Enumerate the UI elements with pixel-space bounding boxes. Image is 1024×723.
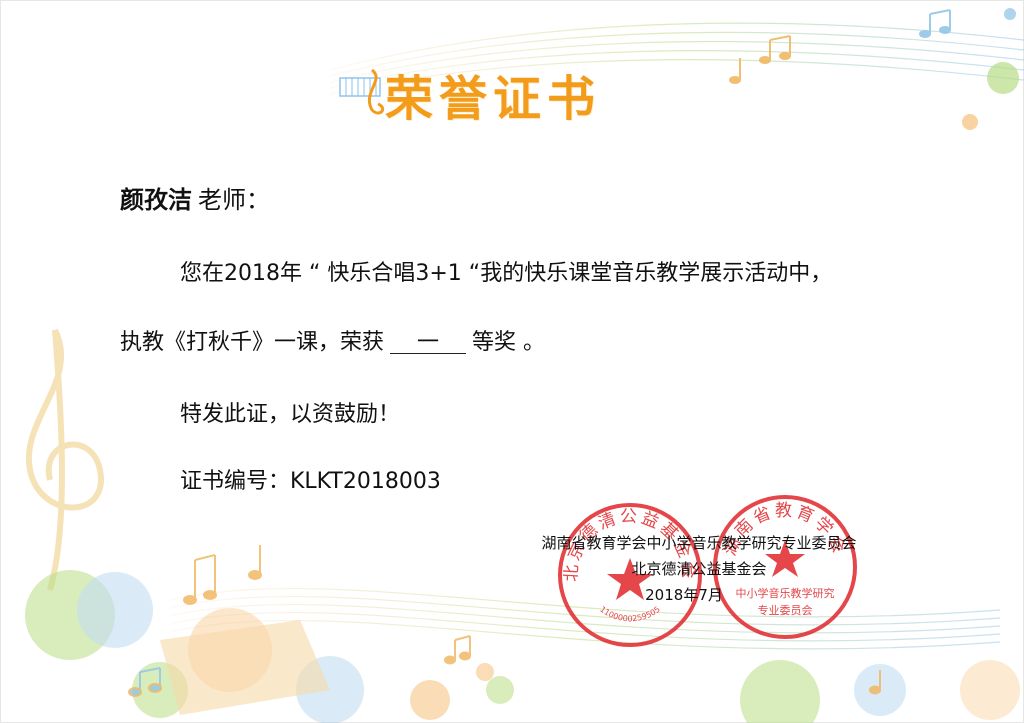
recipient-line: 颜孜洁 老师： bbox=[120, 180, 270, 215]
issuer-name-2: 北京德清公益基金会 bbox=[631, 560, 767, 578]
certificate-title-area: 荣誉证书 bbox=[330, 54, 660, 127]
body-line-2-prefix: 执教《打秋千》一课，荣获 bbox=[120, 330, 385, 355]
certificate-page: 荣誉证书 颜孜洁 老师： 您在2018年 “ 快乐合唱3+1 “我的快乐课堂音乐教… bbox=[0, 0, 1024, 723]
music-note-icon bbox=[729, 9, 951, 84]
treble-clef-icon bbox=[25, 328, 104, 591]
recipient-title: 老师： bbox=[198, 186, 270, 214]
certificate-title: 荣誉证书 bbox=[385, 71, 602, 127]
issuer-block: 湖南省教育学会中小学音乐教学研究专业委员会 北京德清公益基金会 2018年7月 bbox=[513, 530, 885, 608]
encouragement-text: 特发此证，以资鼓励！ bbox=[180, 402, 401, 427]
body-line-1: 您在2018年 “ 快乐合唱3+1 “我的快乐课堂音乐教学展示活动中， bbox=[180, 261, 833, 286]
award-level: 一 bbox=[390, 332, 467, 354]
recipient-name: 颜孜洁 bbox=[120, 186, 192, 214]
certificate-number: 证书编号：KLKT2018003 bbox=[180, 469, 441, 494]
body-line-2: 执教《打秋千》一课，荣获一等奖 。 bbox=[120, 324, 545, 356]
issue-date: 2018年7月 bbox=[645, 586, 723, 604]
issuer-name-1: 湖南省教育学会中小学音乐教学研究专业委员会 bbox=[541, 534, 857, 552]
body-line-2-suffix: 等奖 。 bbox=[472, 330, 546, 355]
